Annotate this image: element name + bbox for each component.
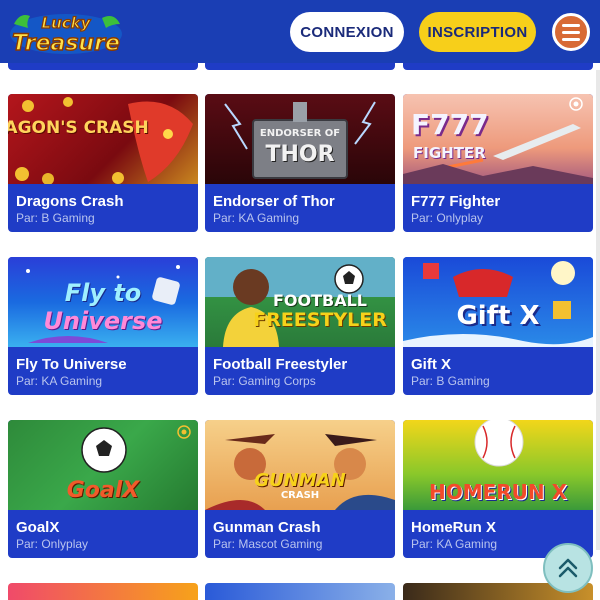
game-title: GoalX — [16, 519, 60, 536]
partial-game-card[interactable] — [8, 583, 198, 600]
game-provider: Par: Onlyplay — [411, 211, 484, 225]
game-art-title: DRAGON'S CRASH — [8, 118, 149, 138]
game-card-gift-x[interactable]: Gift X Gift X Par: B Gaming — [403, 257, 593, 395]
game-thumbnail[interactable]: Fly to Universe — [8, 257, 198, 347]
game-thumbnail[interactable]: GoalX — [8, 420, 198, 510]
game-provider: Par: Onlyplay — [16, 537, 89, 551]
page-scrollbar[interactable] — [596, 70, 600, 550]
game-title: Fly To Universe — [16, 356, 127, 373]
game-card-fly-to-universe[interactable]: Fly to Universe Fly To Universe Par: KA … — [8, 257, 198, 395]
game-thumbnail[interactable]: DRAGON'S CRASH — [8, 94, 198, 184]
game-provider: Par: KA Gaming — [16, 374, 103, 388]
game-art-title-line1: Fly to — [64, 279, 142, 307]
partial-game-card[interactable] — [205, 63, 395, 70]
site-header: Lucky Treasure CONNEXION INSCRIPTION — [0, 0, 600, 63]
game-thumbnail[interactable]: Gift X — [403, 257, 593, 347]
game-thumbnail[interactable]: HOMERUN X — [403, 420, 593, 510]
game-card-dragons-crash[interactable]: DRAGON'S CRASH Dragons Crash Par: B Gami… — [8, 94, 198, 232]
game-title: Dragons Crash — [16, 193, 124, 210]
game-art-title-line1: FOOTBALL — [272, 291, 367, 310]
game-title: Endorser of Thor — [213, 193, 335, 210]
double-chevron-up-icon[interactable] — [543, 543, 593, 593]
game-art-title-line2: THOR — [265, 142, 335, 167]
logo-text-lucky: Lucky — [42, 14, 92, 32]
game-art-title: Gift X — [456, 301, 540, 331]
game-thumbnail[interactable]: F777 FIGHTER — [403, 94, 593, 184]
game-thumbnail[interactable]: FOOTBALL FREESTYLER — [205, 257, 395, 347]
game-title: F777 Fighter — [411, 193, 501, 210]
partial-game-card[interactable] — [8, 63, 198, 70]
game-provider: Par: KA Gaming — [213, 211, 300, 225]
game-art-title-line2: FIGHTER — [413, 144, 486, 162]
game-art-title-line1: F777 — [411, 108, 489, 141]
game-card-football-freestyler[interactable]: FOOTBALL FREESTYLER Football Freestyler … — [205, 257, 395, 395]
game-art-title-line1: ENDORSER OF — [259, 128, 341, 139]
game-card-gunman-crash[interactable]: GUNMAN CRASH Gunman Crash Par: Mascot Ga… — [205, 420, 395, 558]
game-title: Gunman Crash — [213, 519, 321, 536]
lucky-treasure-logo[interactable]: Lucky Treasure — [6, 4, 126, 60]
game-art-title-line2: CRASH — [280, 490, 320, 501]
game-card-goalx[interactable]: GoalX GoalX Par: Onlyplay — [8, 420, 198, 558]
game-provider: Par: B Gaming — [16, 211, 95, 225]
inscription-button[interactable]: INSCRIPTION — [419, 12, 536, 52]
game-card-homerun-x[interactable]: HOMERUN X HomeRun X Par: KA Gaming — [403, 420, 593, 558]
game-title: Gift X — [411, 356, 451, 373]
game-card-endorser-of-thor[interactable]: ENDORSER OF THOR Endorser of Thor Par: K… — [205, 94, 395, 232]
game-provider: Par: Gaming Corps — [213, 374, 316, 388]
game-thumbnail[interactable]: GUNMAN CRASH — [205, 420, 395, 510]
game-provider: Par: Mascot Gaming — [213, 537, 323, 551]
game-title: Football Freestyler — [213, 356, 348, 373]
game-art-title-line2: FREESTYLER — [253, 309, 387, 331]
game-provider: Par: KA Gaming — [411, 537, 498, 551]
partial-game-card[interactable] — [403, 63, 593, 70]
logo-text-treasure: Treasure — [12, 31, 120, 56]
game-thumbnail[interactable]: ENDORSER OF THOR — [205, 94, 395, 184]
partial-game-card[interactable] — [205, 583, 395, 600]
game-art-title: HOMERUN X — [428, 480, 568, 504]
game-art-title-line2: Universe — [43, 307, 163, 335]
game-title: HomeRun X — [411, 519, 497, 536]
hamburger-icon[interactable] — [552, 13, 590, 51]
connexion-button[interactable]: CONNEXION — [290, 12, 404, 52]
game-art-title: GoalX — [66, 478, 140, 503]
game-art-title-line1: GUNMAN — [254, 470, 346, 491]
game-provider: Par: B Gaming — [411, 374, 490, 388]
game-card-f777-fighter[interactable]: F777 FIGHTER F777 Fighter Par: Onlyplay — [403, 94, 593, 232]
